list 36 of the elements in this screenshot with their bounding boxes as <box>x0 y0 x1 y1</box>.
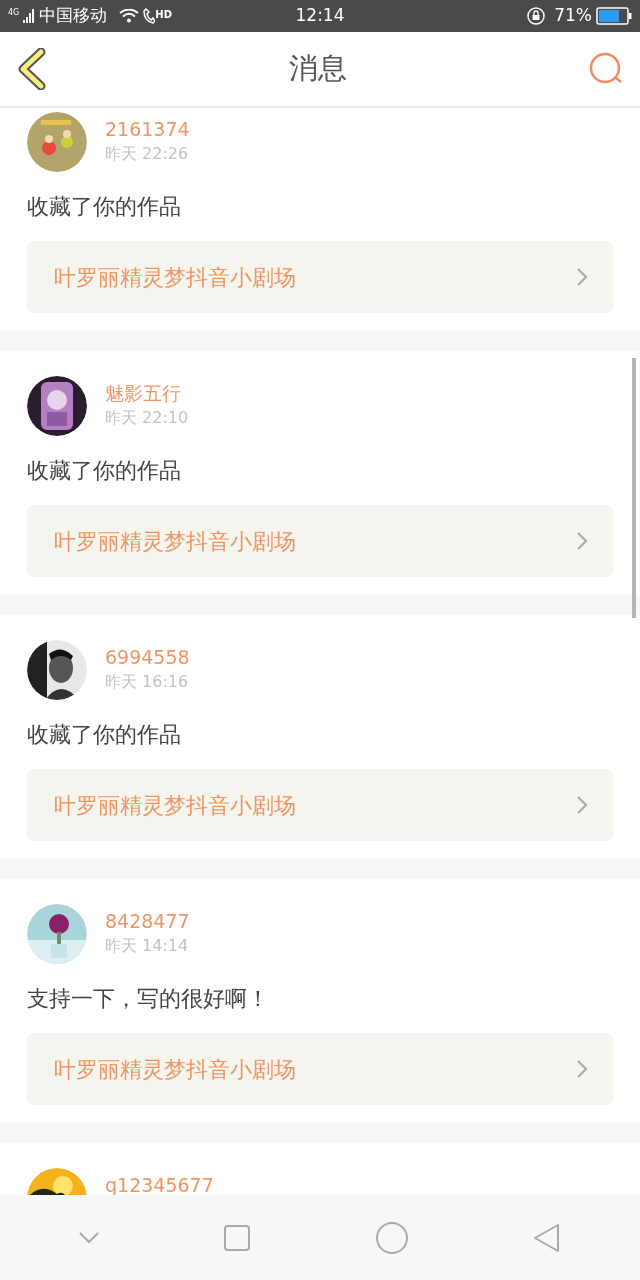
signal-icon <box>23 9 36 23</box>
phone-icon <box>143 8 156 24</box>
message-text: 收藏了你的作品 <box>27 721 182 749</box>
timestamp: 昨天 14:14 <box>105 935 190 957</box>
work-link[interactable]: 叶罗丽精灵梦抖音小剧场 <box>27 769 613 841</box>
page-title: 消息 <box>289 50 347 88</box>
network-type: 4G <box>8 9 20 18</box>
message-text: 收藏了你的作品 <box>27 193 182 221</box>
chevron-right-icon <box>577 1060 587 1078</box>
chevron-right-icon <box>577 796 587 814</box>
timestamp: 昨天 16:16 <box>105 671 190 693</box>
back-button[interactable] <box>16 47 48 91</box>
chevron-right-icon <box>577 268 587 286</box>
battery-icon <box>596 7 632 25</box>
username[interactable]: 2161374 <box>105 116 190 142</box>
wifi-icon <box>119 9 140 23</box>
work-link[interactable]: 叶罗丽精灵梦抖音小剧场 <box>27 241 613 313</box>
timestamp: 昨天 22:10 <box>105 407 189 429</box>
battery-percent: 71% <box>554 4 592 28</box>
message-text: 支持一下，写的很好啊！ <box>27 985 270 1013</box>
work-link[interactable]: 叶罗丽精灵梦抖音小剧场 <box>27 505 613 577</box>
rotation-lock-icon <box>526 6 547 26</box>
username[interactable]: 6994558 <box>105 644 190 670</box>
timestamp: 昨天 22:26 <box>105 143 190 165</box>
username[interactable]: 8428477 <box>105 908 190 934</box>
call-label: HD <box>155 8 172 23</box>
work-link[interactable]: 叶罗丽精灵梦抖音小剧场 <box>27 1033 613 1105</box>
square-icon[interactable] <box>224 1224 251 1251</box>
back-triangle-icon[interactable] <box>533 1222 562 1253</box>
message-text: 收藏了你的作品 <box>27 457 182 485</box>
username[interactable]: 魅影五行 <box>105 380 189 406</box>
clock: 12:14 <box>295 4 345 28</box>
carrier-name: 中国移动 <box>39 4 108 28</box>
chevron-down-icon[interactable] <box>78 1231 99 1244</box>
chevron-right-icon <box>577 532 587 550</box>
circle-icon[interactable] <box>375 1221 408 1254</box>
